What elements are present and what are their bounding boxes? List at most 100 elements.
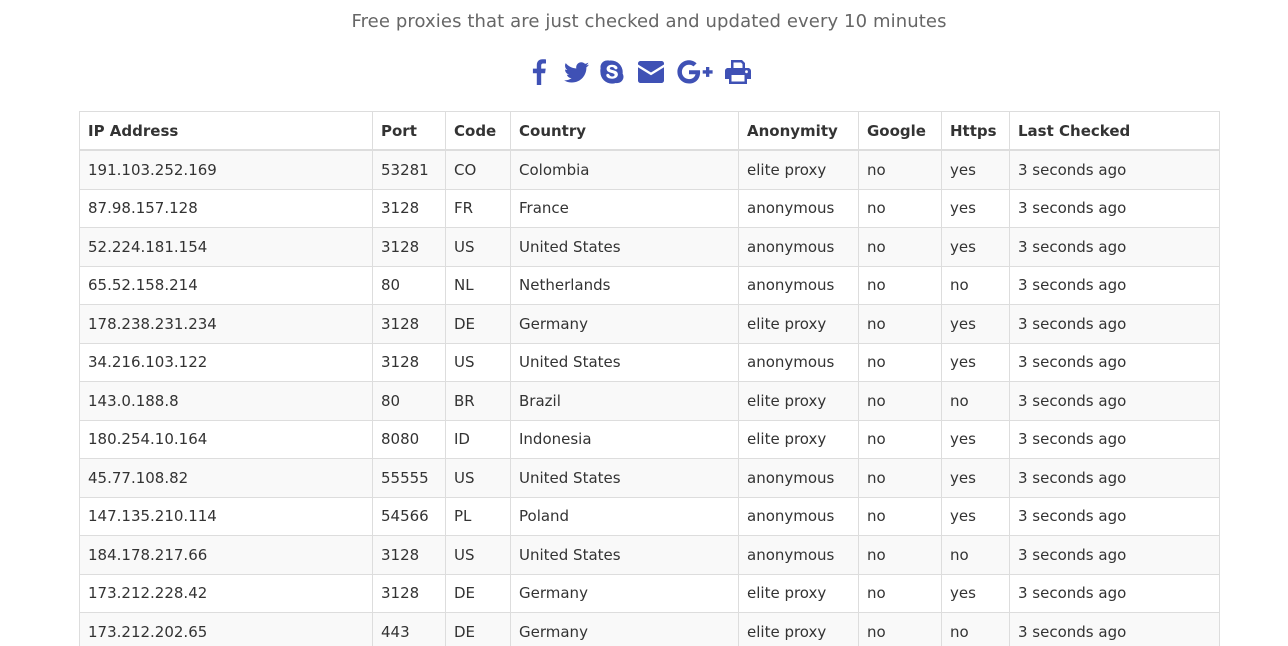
cell-https: yes xyxy=(941,149,1010,190)
cell-https: no xyxy=(941,612,1010,646)
cell-port: 8080 xyxy=(372,419,446,459)
google-plus-icon[interactable] xyxy=(677,56,713,88)
column-header-last-checked[interactable]: Last Checked xyxy=(1009,111,1220,151)
table-row: 180.254.10.164 8080 ID Indonesia elite proxy… xyxy=(79,419,1220,459)
cell-google: no xyxy=(858,304,942,344)
cell-code: US xyxy=(445,227,511,267)
cell-code: US xyxy=(445,535,511,575)
table-header-row: IP Address Port Code Country Anonymity G… xyxy=(79,111,1220,151)
cell-ip-address: 52.224.181.154 xyxy=(79,227,373,267)
twitter-icon[interactable] xyxy=(563,56,589,88)
table-row: 87.98.157.128 3128 FR France anonymous no yes 3… xyxy=(79,188,1220,228)
cell-code: US xyxy=(445,342,511,382)
column-header-port[interactable]: Port xyxy=(372,111,446,151)
print-icon[interactable] xyxy=(725,56,751,88)
cell-code: CO xyxy=(445,149,511,190)
cell-last-checked: 3 seconds ago xyxy=(1009,149,1220,190)
cell-anonymity: anonymous xyxy=(738,188,859,228)
cell-ip-address: 45.77.108.82 xyxy=(79,458,373,498)
table-row: 191.103.252.169 53281 CO Colombia elite prox… xyxy=(79,149,1220,190)
cell-port: 55555 xyxy=(372,458,446,498)
proxy-table: IP Address Port Code Country Anonymity G… xyxy=(79,111,1220,646)
cell-last-checked: 3 seconds ago xyxy=(1009,188,1220,228)
cell-ip-address: 34.216.103.122 xyxy=(79,342,373,382)
cell-anonymity: elite proxy xyxy=(738,381,859,421)
cell-country: United States xyxy=(510,342,739,382)
page: Free proxies that are just checked and u… xyxy=(0,0,1288,646)
cell-ip-address: 173.212.228.42 xyxy=(79,573,373,613)
cell-google: no xyxy=(858,265,942,305)
cell-https: yes xyxy=(941,188,1010,228)
skype-icon[interactable] xyxy=(599,56,625,88)
cell-port: 3128 xyxy=(372,535,446,575)
cell-code: DE xyxy=(445,573,511,613)
cell-code: DE xyxy=(445,304,511,344)
cell-port: 80 xyxy=(372,381,446,421)
table-row: 34.216.103.122 3128 US United States anonymo… xyxy=(79,342,1220,382)
cell-google: no xyxy=(858,149,942,190)
cell-https: no xyxy=(941,381,1010,421)
cell-https: yes xyxy=(941,419,1010,459)
cell-anonymity: anonymous xyxy=(738,342,859,382)
cell-https: no xyxy=(941,265,1010,305)
column-header-google[interactable]: Google xyxy=(858,111,942,151)
cell-anonymity: elite proxy xyxy=(738,573,859,613)
cell-last-checked: 3 seconds ago xyxy=(1009,535,1220,575)
cell-https: yes xyxy=(941,342,1010,382)
cell-port: 80 xyxy=(372,265,446,305)
cell-ip-address: 147.135.210.114 xyxy=(79,496,373,536)
cell-google: no xyxy=(858,188,942,228)
column-header-country[interactable]: Country xyxy=(510,111,739,151)
column-header-ip-address[interactable]: IP Address xyxy=(79,111,373,151)
cell-port: 443 xyxy=(372,612,446,646)
cell-https: yes xyxy=(941,496,1010,536)
cell-country: United States xyxy=(510,227,739,267)
cell-anonymity: elite proxy xyxy=(738,419,859,459)
cell-google: no xyxy=(858,419,942,459)
cell-anonymity: elite proxy xyxy=(738,149,859,190)
cell-country: Germany xyxy=(510,573,739,613)
cell-ip-address: 180.254.10.164 xyxy=(79,419,373,459)
table-body: 191.103.252.169 53281 CO Colombia elite prox… xyxy=(79,149,1220,646)
table-row: 178.238.231.234 3128 DE Germany elite proxy n… xyxy=(79,304,1220,344)
cell-ip-address: 65.52.158.214 xyxy=(79,265,373,305)
cell-country: United States xyxy=(510,535,739,575)
table-row: 147.135.210.114 54566 PL Poland anonymous no y… xyxy=(79,496,1220,536)
cell-port: 3128 xyxy=(372,227,446,267)
cell-last-checked: 3 seconds ago xyxy=(1009,381,1220,421)
table-row: 143.0.188.8 80 BR Brazil elite proxy no no 3 se… xyxy=(79,381,1220,421)
cell-code: ID xyxy=(445,419,511,459)
cell-country: Colombia xyxy=(510,149,739,190)
cell-last-checked: 3 seconds ago xyxy=(1009,612,1220,646)
cell-ip-address: 173.212.202.65 xyxy=(79,612,373,646)
cell-anonymity: anonymous xyxy=(738,265,859,305)
cell-anonymity: elite proxy xyxy=(738,612,859,646)
cell-google: no xyxy=(858,342,942,382)
cell-google: no xyxy=(858,612,942,646)
cell-google: no xyxy=(858,381,942,421)
column-header-anonymity[interactable]: Anonymity xyxy=(738,111,859,151)
table-row: 65.52.158.214 80 NL Netherlands anonymous no n… xyxy=(79,265,1220,305)
cell-country: Poland xyxy=(510,496,739,536)
cell-country: Germany xyxy=(510,612,739,646)
share-bar xyxy=(527,56,751,88)
cell-country: Indonesia xyxy=(510,419,739,459)
envelope-icon[interactable] xyxy=(637,56,665,88)
column-header-https[interactable]: Https xyxy=(941,111,1010,151)
cell-ip-address: 87.98.157.128 xyxy=(79,188,373,228)
cell-country: Brazil xyxy=(510,381,739,421)
cell-port: 3128 xyxy=(372,573,446,613)
cell-last-checked: 3 seconds ago xyxy=(1009,419,1220,459)
column-header-code[interactable]: Code xyxy=(445,111,511,151)
page-subtitle: Free proxies that are just checked and u… xyxy=(351,11,947,32)
cell-port: 3128 xyxy=(372,304,446,344)
cell-country: United States xyxy=(510,458,739,498)
cell-anonymity: elite proxy xyxy=(738,304,859,344)
proxy-table-container: IP Address Port Code Country Anonymity G… xyxy=(79,111,1220,646)
cell-google: no xyxy=(858,458,942,498)
cell-port: 3128 xyxy=(372,188,446,228)
cell-last-checked: 3 seconds ago xyxy=(1009,227,1220,267)
table-row: 45.77.108.82 55555 US United States anonymou… xyxy=(79,458,1220,498)
cell-code: US xyxy=(445,458,511,498)
facebook-icon[interactable] xyxy=(527,56,550,88)
